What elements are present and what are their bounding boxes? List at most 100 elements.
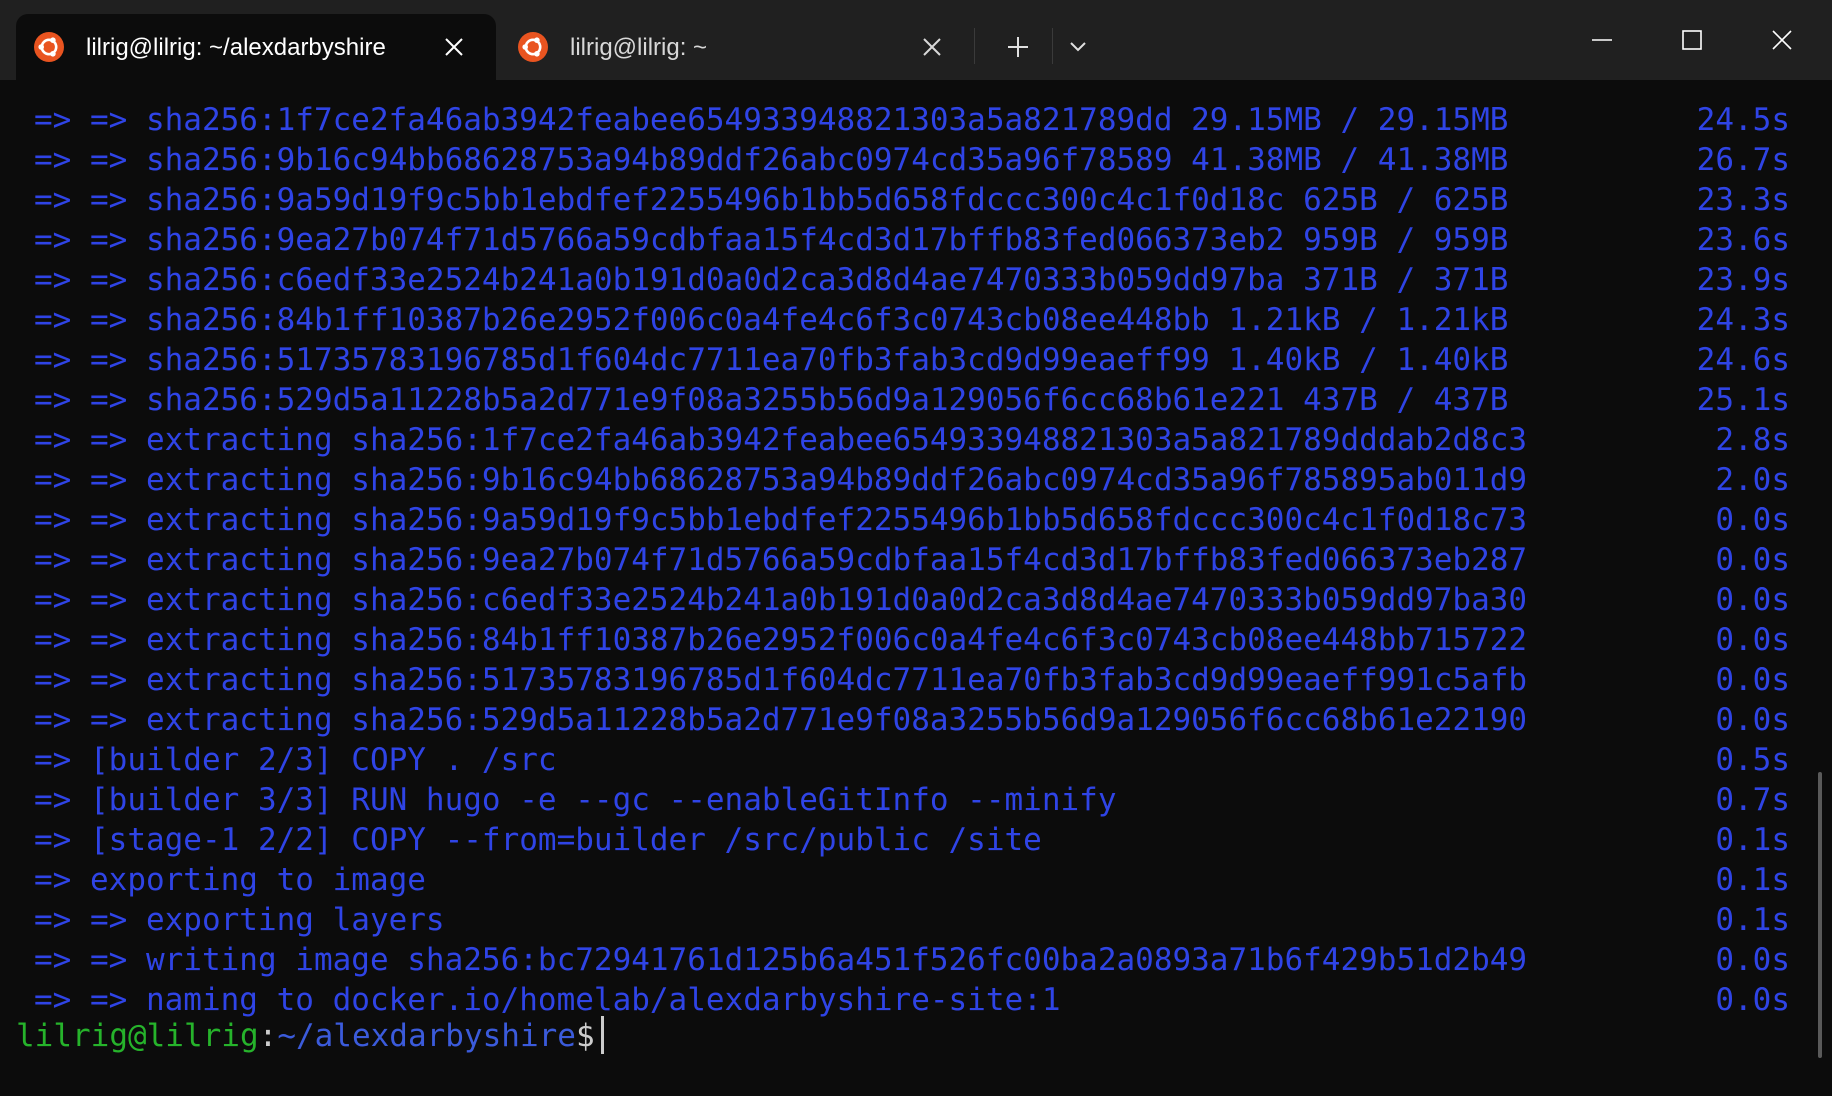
line-time: 0.1s — [1715, 862, 1790, 898]
output-line: => => extracting sha256:9ea27b074f71d576… — [34, 540, 1790, 580]
line-text: => => sha256:c6edf33e2524b241a0b191d0a0d… — [34, 262, 1509, 298]
line-text: => => writing image sha256:bc72941761d12… — [34, 942, 1528, 978]
line-text: => => extracting sha256:9b16c94bb6862875… — [34, 462, 1528, 498]
prompt-user-host: lilrig@lilrig — [16, 1018, 259, 1054]
tab-dropdown-button[interactable] — [1054, 26, 1102, 68]
prompt-colon: : — [258, 1018, 278, 1054]
text-cursor — [600, 1016, 604, 1054]
tab-title: lilrig@lilrig: ~/alexdarbyshire — [86, 34, 386, 61]
tab-title: lilrig@lilrig: ~ — [570, 34, 708, 61]
line-time: 0.0s — [1715, 982, 1790, 1018]
output-line: => => extracting sha256:529d5a11228b5a2d… — [34, 700, 1790, 740]
line-text: => => extracting sha256:51735783196785d1… — [34, 662, 1528, 698]
prompt-path: ~/alexdarbyshire — [277, 1018, 576, 1054]
line-time: 2.8s — [1715, 422, 1790, 458]
maximize-button[interactable] — [1652, 14, 1732, 66]
new-tab-button[interactable] — [994, 26, 1042, 68]
line-time: 0.0s — [1715, 542, 1790, 578]
line-text: => => sha256:1f7ce2fa46ab3942feabee65493… — [34, 102, 1509, 138]
line-time: 2.0s — [1715, 462, 1790, 498]
output-line: => => sha256:1f7ce2fa46ab3942feabee65493… — [34, 100, 1790, 140]
output-line: => => extracting sha256:1f7ce2fa46ab3942… — [34, 420, 1790, 460]
line-text: => => sha256:9ea27b074f71d5766a59cdbfaa1… — [34, 222, 1509, 258]
line-time: 24.6s — [1696, 342, 1790, 378]
line-text: => exporting to image — [34, 862, 426, 898]
output-line: => => naming to docker.io/homelab/alexda… — [34, 980, 1790, 1020]
line-time: 0.0s — [1715, 662, 1790, 698]
output-line: => => writing image sha256:bc72941761d12… — [34, 940, 1790, 980]
line-time: 0.0s — [1715, 942, 1790, 978]
vertical-scrollbar[interactable] — [1818, 772, 1822, 1058]
minimize-icon — [1592, 39, 1612, 41]
line-time: 0.0s — [1715, 702, 1790, 738]
close-tab-button[interactable] — [440, 33, 468, 61]
output-line: => => exporting layers 0.1s — [34, 900, 1790, 940]
close-tab-button[interactable] — [918, 33, 946, 61]
close-icon — [923, 38, 941, 56]
tab-home[interactable]: lilrig@lilrig: ~ — [500, 14, 970, 80]
tab-divider — [974, 28, 975, 64]
minimize-button[interactable] — [1562, 14, 1642, 66]
close-icon — [445, 38, 463, 56]
line-text: => => extracting sha256:9ea27b074f71d576… — [34, 542, 1528, 578]
output-line: => => sha256:51735783196785d1f604dc7711e… — [34, 340, 1790, 380]
line-text: => => extracting sha256:9a59d19f9c5bb1eb… — [34, 502, 1528, 538]
output-line: => [builder 2/3] COPY . /src 0.5s — [34, 740, 1790, 780]
line-text: => => sha256:529d5a11228b5a2d771e9f08a32… — [34, 382, 1509, 418]
line-text: => => extracting sha256:84b1ff10387b26e2… — [34, 622, 1528, 658]
output-line: => => extracting sha256:c6edf33e2524b241… — [34, 580, 1790, 620]
line-text: => [builder 3/3] RUN hugo -e --gc --enab… — [34, 782, 1117, 818]
title-bar: lilrig@lilrig: ~/alexdarbyshire lilrig@l… — [0, 0, 1832, 80]
line-time: 26.7s — [1696, 142, 1790, 178]
line-text: => => sha256:9b16c94bb68628753a94b89ddf2… — [34, 142, 1509, 178]
line-text: => => sha256:9a59d19f9c5bb1ebdfef2255496… — [34, 182, 1509, 218]
plus-icon — [1008, 37, 1028, 57]
close-window-button[interactable] — [1742, 14, 1822, 66]
line-text: => => extracting sha256:1f7ce2fa46ab3942… — [34, 422, 1528, 458]
output-line: => => extracting sha256:9a59d19f9c5bb1eb… — [34, 500, 1790, 540]
output-line: => => extracting sha256:9b16c94bb6862875… — [34, 460, 1790, 500]
line-time: 25.1s — [1696, 382, 1790, 418]
prompt-dollar: $ — [575, 1018, 595, 1054]
line-text: => => sha256:84b1ff10387b26e2952f006c0a4… — [34, 302, 1509, 338]
output-line: => => extracting sha256:51735783196785d1… — [34, 660, 1790, 700]
output-line: => => extracting sha256:84b1ff10387b26e2… — [34, 620, 1790, 660]
line-time: 0.0s — [1715, 582, 1790, 618]
line-time: 24.5s — [1696, 102, 1790, 138]
terminal-output[interactable]: => => sha256:1f7ce2fa46ab3942feabee65493… — [0, 80, 1812, 1096]
output-line: => => sha256:9b16c94bb68628753a94b89ddf2… — [34, 140, 1790, 180]
maximize-icon — [1682, 30, 1702, 50]
ubuntu-icon — [34, 32, 64, 62]
line-time: 23.6s — [1696, 222, 1790, 258]
line-time: 0.0s — [1715, 502, 1790, 538]
line-time: 0.5s — [1715, 742, 1790, 778]
line-time: 0.1s — [1715, 902, 1790, 938]
output-line: => [stage-1 2/2] COPY --from=builder /sr… — [34, 820, 1790, 860]
close-icon — [1772, 30, 1792, 50]
line-time: 0.0s — [1715, 622, 1790, 658]
output-line: => exporting to image 0.1s — [34, 860, 1790, 900]
terminal-window: lilrig@lilrig: ~/alexdarbyshire lilrig@l… — [0, 0, 1832, 1096]
output-line: => => sha256:9ea27b074f71d5766a59cdbfaa1… — [34, 220, 1790, 260]
line-time: 0.7s — [1715, 782, 1790, 818]
tab-divider — [1052, 28, 1053, 64]
line-text: => => sha256:51735783196785d1f604dc7711e… — [34, 342, 1509, 378]
output-line: => => sha256:c6edf33e2524b241a0b191d0a0d… — [34, 260, 1790, 300]
output-line: => => sha256:9a59d19f9c5bb1ebdfef2255496… — [34, 180, 1790, 220]
line-time: 24.3s — [1696, 302, 1790, 338]
line-time: 0.1s — [1715, 822, 1790, 858]
tab-alexdarbyshire[interactable]: lilrig@lilrig: ~/alexdarbyshire — [16, 14, 496, 80]
ubuntu-icon — [518, 32, 548, 62]
line-text: => => naming to docker.io/homelab/alexda… — [34, 982, 1061, 1018]
shell-prompt[interactable]: lilrig@lilrig:~/alexdarbyshire$ — [16, 1016, 604, 1056]
line-text: => [stage-1 2/2] COPY --from=builder /sr… — [34, 822, 1042, 858]
output-line: => => sha256:84b1ff10387b26e2952f006c0a4… — [34, 300, 1790, 340]
chevron-down-icon — [1070, 42, 1086, 52]
line-text: => => exporting layers — [34, 902, 445, 938]
line-text: => => extracting sha256:c6edf33e2524b241… — [34, 582, 1528, 618]
line-time: 23.3s — [1696, 182, 1790, 218]
line-text: => [builder 2/3] COPY . /src — [34, 742, 557, 778]
output-line: => => sha256:529d5a11228b5a2d771e9f08a32… — [34, 380, 1790, 420]
line-time: 23.9s — [1696, 262, 1790, 298]
line-text: => => extracting sha256:529d5a11228b5a2d… — [34, 702, 1528, 738]
